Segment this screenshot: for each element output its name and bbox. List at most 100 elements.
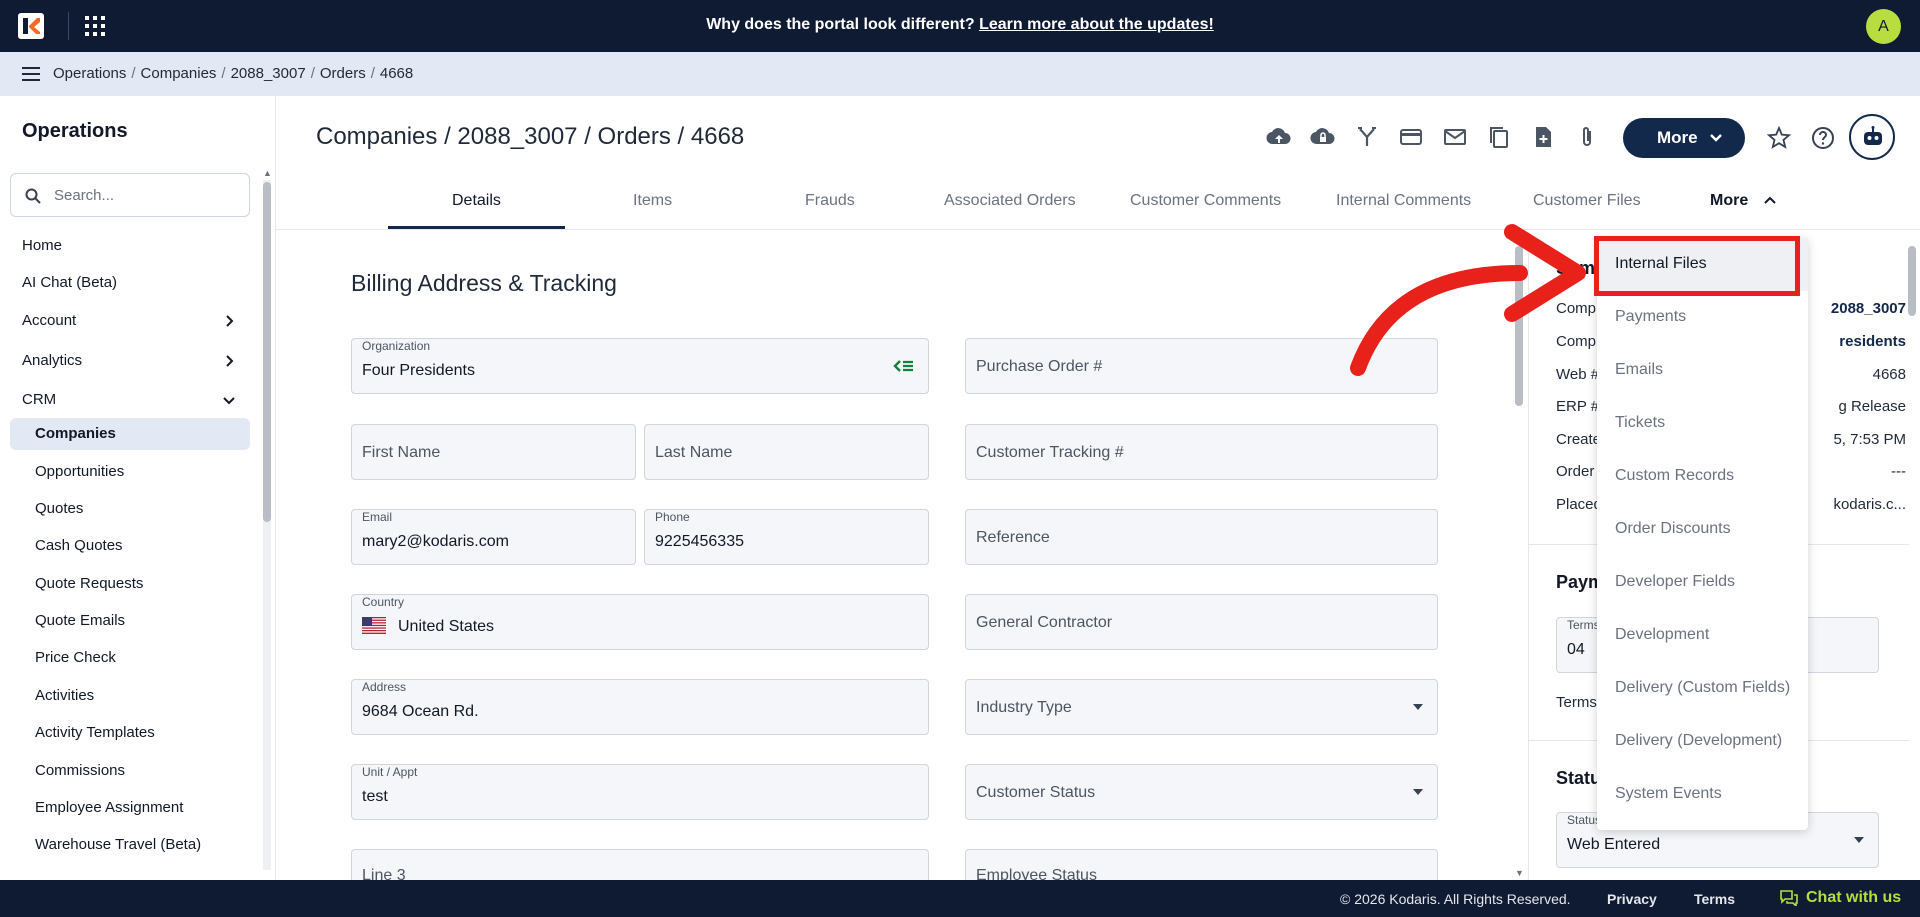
privacy-link[interactable]: Privacy bbox=[1607, 891, 1657, 907]
tab-internal-comments[interactable]: Internal Comments bbox=[1336, 192, 1471, 210]
file-add-icon[interactable] bbox=[1530, 124, 1556, 150]
field-label: Email bbox=[362, 510, 393, 524]
scroll-down-arrow[interactable]: ▼ bbox=[1515, 868, 1524, 878]
menu-item-developer-fields[interactable]: Developer Fields bbox=[1597, 556, 1808, 609]
more-actions-button[interactable]: More bbox=[1623, 118, 1745, 158]
star-icon[interactable] bbox=[1766, 125, 1792, 151]
menu-item-custom-records[interactable]: Custom Records bbox=[1597, 450, 1808, 503]
sidebar-scrollbar[interactable]: ▲ ▼ bbox=[263, 168, 272, 880]
sidebar-item-warehouse-travel[interactable]: Warehouse Travel (Beta) bbox=[10, 829, 250, 861]
phone-field[interactable]: Phone 9225456335 bbox=[644, 509, 929, 565]
summary-label: Placed bbox=[1556, 496, 1602, 513]
summary-value: 5, 7:53 PM bbox=[1833, 431, 1906, 448]
cloud-upload-icon[interactable] bbox=[1266, 124, 1292, 150]
company-name-link[interactable]: residents bbox=[1839, 333, 1906, 350]
field-value: mary2@kodaris.com bbox=[362, 533, 509, 550]
tab-customer-files[interactable]: Customer Files bbox=[1533, 192, 1641, 210]
sidebar-item-ai-chat[interactable]: AI Chat (Beta) bbox=[10, 267, 250, 299]
menu-item-emails[interactable]: Emails bbox=[1597, 344, 1808, 397]
sidebar-item-activity-templates[interactable]: Activity Templates bbox=[10, 717, 250, 749]
menu-item-payments[interactable]: Payments bbox=[1597, 291, 1808, 344]
field-placeholder: Last Name bbox=[655, 444, 733, 461]
sidebar-item-employee-assignment[interactable]: Employee Assignment bbox=[10, 792, 250, 824]
customer-tracking-input[interactable]: Customer Tracking # bbox=[965, 424, 1438, 480]
organization-link-icon[interactable] bbox=[892, 358, 914, 374]
sidebar-item-label: Cash Quotes bbox=[35, 537, 123, 554]
sidebar-item-label: Quote Emails bbox=[35, 612, 126, 629]
sidebar-item-home[interactable]: Home bbox=[10, 230, 250, 262]
menu-item-development[interactable]: Development bbox=[1597, 609, 1808, 662]
sidebar-item-cash-quotes[interactable]: Cash Quotes bbox=[10, 530, 250, 562]
sidebar-item-crm[interactable]: CRM bbox=[10, 384, 250, 416]
last-name-input[interactable]: Last Name bbox=[644, 424, 929, 480]
customer-status-select[interactable]: Customer Status bbox=[965, 764, 1438, 820]
first-name-input[interactable]: First Name bbox=[351, 424, 636, 480]
menu-item-label: Developer Fields bbox=[1615, 573, 1736, 590]
field-value: United States bbox=[398, 618, 495, 635]
paperclip-icon[interactable] bbox=[1574, 124, 1600, 150]
sidebar-item-analytics[interactable]: Analytics bbox=[10, 345, 250, 377]
industry-type-select[interactable]: Industry Type bbox=[965, 679, 1438, 735]
sidebar-item-price-check[interactable]: Price Check bbox=[10, 642, 250, 674]
line3-input[interactable]: Line 3 bbox=[351, 849, 929, 884]
company-code-link[interactable]: 2088_3007 bbox=[1831, 300, 1906, 317]
summary-label: ERP # bbox=[1556, 398, 1600, 415]
tab-frauds[interactable]: Frauds bbox=[805, 192, 855, 210]
scroll-thumb[interactable] bbox=[1908, 246, 1916, 316]
summary-scrollbar[interactable] bbox=[1908, 232, 1916, 880]
email-field[interactable]: Email mary2@kodaris.com bbox=[351, 509, 636, 565]
field-value: 9225456335 bbox=[655, 533, 744, 550]
sidebar-item-activities[interactable]: Activities bbox=[10, 680, 250, 712]
terms-link[interactable]: Terms bbox=[1694, 891, 1735, 907]
sidebar-item-companies[interactable]: Companies bbox=[10, 418, 250, 450]
merge-icon[interactable] bbox=[1354, 124, 1380, 150]
scroll-up-arrow[interactable]: ▲ bbox=[263, 168, 272, 178]
country-field[interactable]: Country United States bbox=[351, 594, 929, 650]
employee-status-select[interactable]: Employee Status bbox=[965, 849, 1438, 884]
menu-item-order-discounts[interactable]: Order Discounts bbox=[1597, 503, 1808, 556]
organization-field[interactable]: Organization Four Presidents bbox=[351, 338, 929, 394]
sidebar-item-quote-requests[interactable]: Quote Requests bbox=[10, 568, 250, 600]
menu-item-delivery-development[interactable]: Delivery (Development) bbox=[1597, 715, 1808, 768]
copy-icon[interactable] bbox=[1486, 124, 1512, 150]
field-value: Web Entered bbox=[1567, 836, 1661, 853]
help-icon[interactable] bbox=[1810, 125, 1836, 151]
menu-item-tickets[interactable]: Tickets bbox=[1597, 397, 1808, 450]
sidebar-search-input[interactable]: Search... bbox=[10, 173, 250, 217]
ai-assistant-button[interactable] bbox=[1849, 114, 1895, 160]
tab-details[interactable]: Details bbox=[452, 192, 501, 210]
cloud-lock-icon[interactable] bbox=[1310, 124, 1336, 150]
announcement-banner: Why does the portal look different? Lear… bbox=[0, 16, 1920, 34]
chevron-up-icon bbox=[1763, 196, 1776, 204]
sidebar-item-account[interactable]: Account bbox=[10, 305, 250, 337]
sidebar-item-label: Opportunities bbox=[35, 463, 125, 480]
unit-field[interactable]: Unit / Appt test bbox=[351, 764, 929, 820]
breadcrumb-orders[interactable]: Orders bbox=[320, 65, 366, 82]
breadcrumb-company[interactable]: 2088_3007 bbox=[231, 65, 306, 82]
sidebar-item-label: Home bbox=[22, 237, 63, 254]
sidebar-item-opportunities[interactable]: Opportunities bbox=[10, 456, 250, 488]
scroll-thumb[interactable] bbox=[263, 182, 271, 522]
general-contractor-input[interactable]: General Contractor bbox=[965, 594, 1438, 650]
tab-more[interactable]: More bbox=[1710, 192, 1777, 210]
breadcrumb-operations[interactable]: Operations bbox=[53, 65, 126, 82]
reference-input[interactable]: Reference bbox=[965, 509, 1438, 565]
mail-icon[interactable] bbox=[1442, 124, 1468, 150]
menu-item-system-events[interactable]: System Events bbox=[1597, 768, 1808, 821]
sidebar-item-label: Activity Templates bbox=[35, 724, 155, 741]
tab-customer-comments[interactable]: Customer Comments bbox=[1130, 192, 1281, 210]
credit-card-icon[interactable] bbox=[1398, 124, 1424, 150]
menu-item-delivery-custom-fields[interactable]: Delivery (Custom Fields) bbox=[1597, 662, 1808, 715]
breadcrumb-companies[interactable]: Companies bbox=[141, 65, 217, 82]
top-bar: Why does the portal look different? Lear… bbox=[0, 0, 1920, 52]
sidebar-item-commissions[interactable]: Commissions bbox=[10, 755, 250, 787]
learn-more-link[interactable]: Learn more about the updates! bbox=[979, 16, 1214, 33]
field-placeholder: Purchase Order # bbox=[976, 358, 1103, 375]
sidebar-item-quote-emails[interactable]: Quote Emails bbox=[10, 605, 250, 637]
sidebar-item-quotes[interactable]: Quotes bbox=[10, 493, 250, 525]
avatar[interactable]: A bbox=[1866, 9, 1901, 44]
tab-associated-orders[interactable]: Associated Orders bbox=[944, 192, 1076, 210]
address-field[interactable]: Address 9684 Ocean Rd. bbox=[351, 679, 929, 735]
hamburger-menu-icon[interactable] bbox=[22, 67, 40, 81]
tab-items[interactable]: Items bbox=[633, 192, 672, 210]
